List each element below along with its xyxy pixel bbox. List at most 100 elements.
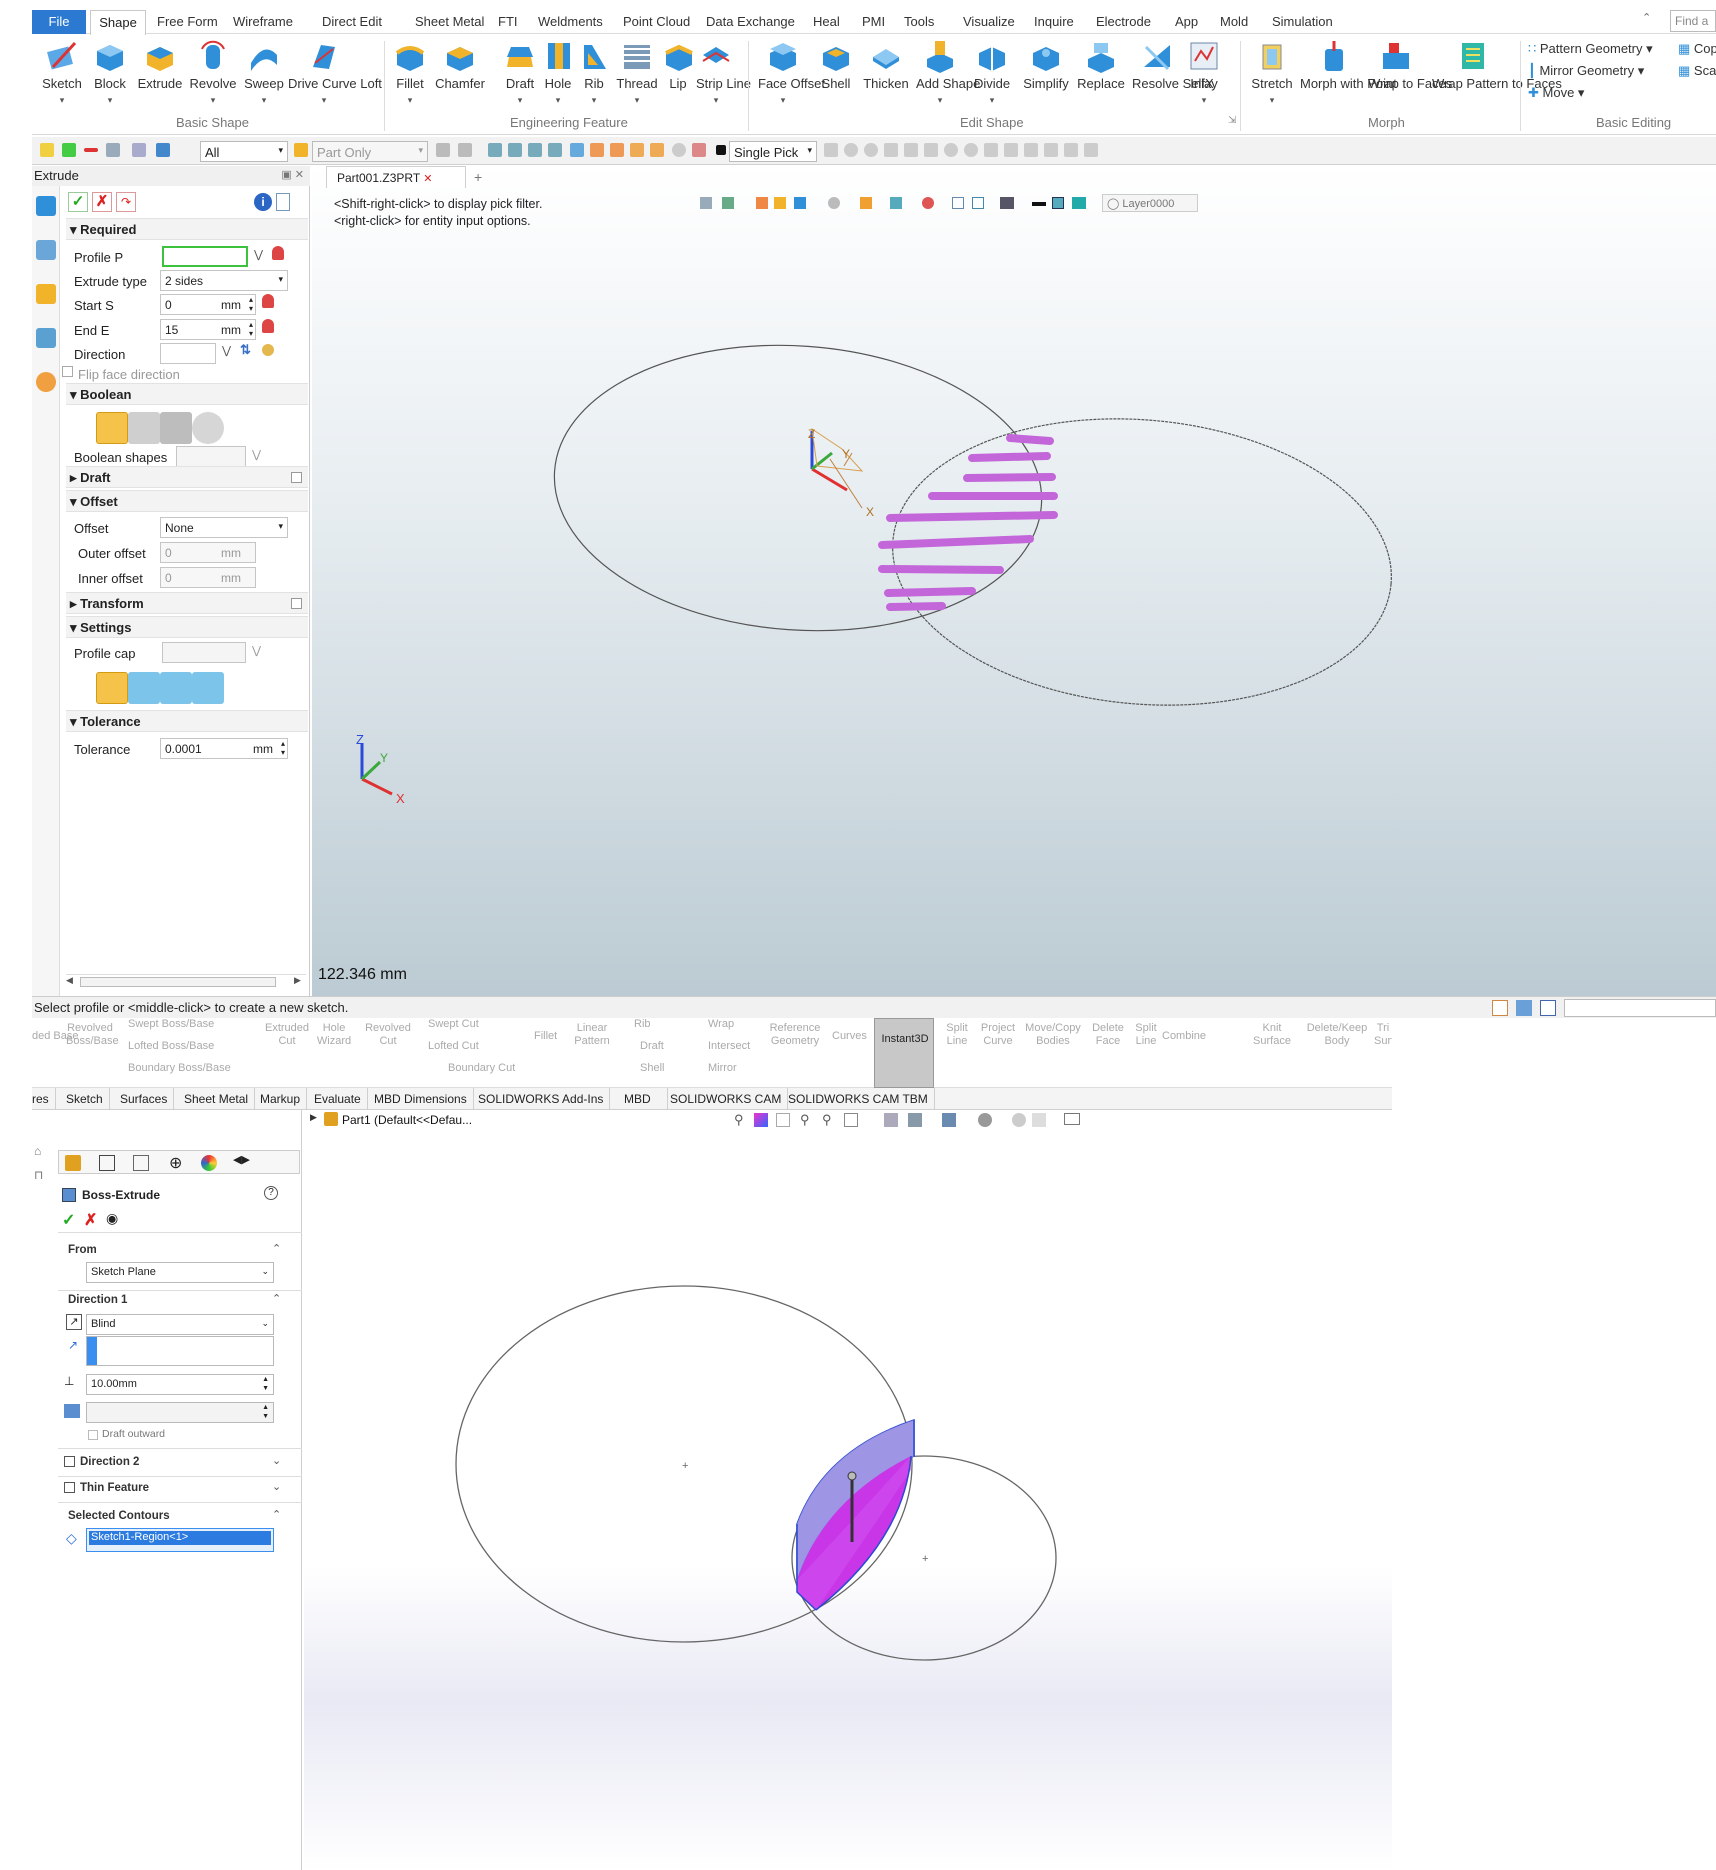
draft-angle-input[interactable]: ▲ ▼	[86, 1402, 274, 1423]
instant3d-button[interactable]: Instant3D	[874, 1018, 934, 1088]
cancel-icon[interactable]: ✗	[92, 192, 112, 212]
section-transform[interactable]: ▸ Transform	[66, 592, 308, 614]
side-icon[interactable]: ⊓	[34, 1168, 43, 1182]
toolbar-icon[interactable]	[884, 143, 898, 157]
profile-input[interactable]	[162, 246, 248, 267]
tab-direct-edit[interactable]: Direct Edit	[322, 14, 382, 29]
sw-viewport[interactable]: ▶ Part1 (Default<<Defau... ⚲ ⚲ ⚲ + +	[304, 1110, 1392, 1870]
status-icon[interactable]	[1540, 1000, 1556, 1016]
image-icon[interactable]	[36, 328, 56, 348]
toolbar-icon[interactable]	[924, 143, 938, 157]
tab-app[interactable]: App	[1175, 14, 1198, 29]
delete-face-button[interactable]: Delete Face	[1090, 1022, 1126, 1048]
profile-options-icon[interactable]: ⋁	[254, 248, 263, 261]
tab-mold[interactable]: Mold	[1220, 14, 1248, 29]
split-line-button[interactable]: Split Line	[942, 1022, 972, 1048]
collapse-icon[interactable]: ⌃	[272, 1242, 281, 1255]
mirror-button[interactable]: Mirror	[708, 1062, 737, 1075]
end-pick-icon[interactable]	[262, 319, 274, 333]
tab-evaluate[interactable]: Evaluate	[308, 1088, 368, 1110]
chamfer-button[interactable]: Chamfer	[434, 39, 486, 92]
pick-icon[interactable]	[272, 246, 284, 260]
profile-cap-input[interactable]	[162, 642, 246, 663]
history-icon[interactable]	[36, 196, 56, 216]
toolbar-icon[interactable]	[1024, 143, 1038, 157]
inner-offset-input[interactable]: 0 mm	[160, 567, 256, 588]
status-icon[interactable]	[1516, 1000, 1532, 1016]
toolbar-icon[interactable]	[508, 143, 522, 157]
pick-mode-select[interactable]: Single Pick ▾	[729, 141, 817, 162]
preview-eye-icon[interactable]: ◉	[106, 1210, 118, 1227]
shell-button[interactable]: Shell	[816, 39, 856, 92]
tolerance-input[interactable]: 0.0001 mm ▴ ▾	[160, 738, 288, 759]
copy-button[interactable]: ▦ Cop	[1678, 41, 1716, 57]
draft-button[interactable]: Draft ▾	[502, 39, 538, 108]
chart-icon[interactable]	[156, 143, 170, 157]
trim-surface-button[interactable]: Tri Surf	[1374, 1022, 1392, 1048]
reverse-icon[interactable]: ⇅	[240, 342, 251, 358]
add-icon[interactable]	[62, 143, 76, 157]
tab-sheet-metal[interactable]: Sheet Metal	[178, 1088, 256, 1110]
linear-pattern-button[interactable]: Linear Pattern	[572, 1022, 612, 1048]
tab-inquire[interactable]: Inquire	[1034, 14, 1074, 29]
dimxpert-icon[interactable]: ⊕	[169, 1153, 182, 1173]
tab-simulation[interactable]: Simulation	[1272, 14, 1333, 29]
tab-mbd-dimensions[interactable]: MBD Dimensions	[368, 1088, 474, 1110]
toolbar-icon[interactable]	[458, 143, 472, 157]
lofted-boss-button[interactable]: Lofted Boss/Base	[128, 1040, 214, 1053]
revolve-button[interactable]: Revolve ▾	[188, 39, 238, 108]
toolbar-icon[interactable]	[630, 143, 644, 157]
tab-sheet-metal[interactable]: Sheet Metal	[415, 14, 484, 29]
help-icon[interactable]	[276, 193, 290, 211]
side-icon[interactable]: ⌂	[34, 1144, 41, 1158]
panel-scrollbar[interactable]: ◀ ▶	[66, 974, 306, 988]
toolbar-icon[interactable]	[590, 143, 604, 157]
tab-features[interactable]: res	[32, 1088, 56, 1110]
toolbar-icon[interactable]	[650, 143, 664, 157]
swept-boss-button[interactable]: Swept Boss/Base	[128, 1018, 214, 1031]
ok-icon[interactable]: ✓	[68, 192, 88, 212]
tab-fti[interactable]: FTI	[498, 14, 518, 29]
tab-cam-tbm[interactable]: SOLIDWORKS CAM TBM	[782, 1088, 935, 1110]
direction-options-icon[interactable]: ⋁	[222, 344, 231, 357]
group-launcher-icon[interactable]: ⇲	[1228, 115, 1236, 126]
toolbar-icon[interactable]	[570, 143, 584, 157]
toolbar-icon[interactable]	[984, 143, 998, 157]
cap-none-icon[interactable]	[192, 672, 224, 704]
offset-select[interactable]: None ▾	[160, 517, 288, 538]
shell-button[interactable]: Shell	[640, 1062, 664, 1075]
end-input[interactable]: 15 mm ▴ ▾	[160, 319, 256, 340]
boolean-intersect-icon[interactable]	[192, 412, 224, 444]
section-tolerance[interactable]: ▾ Tolerance	[66, 710, 308, 732]
direction1-section[interactable]: Direction 1	[68, 1294, 127, 1306]
tab-shape[interactable]: Shape	[90, 10, 146, 35]
fillet-button[interactable]: Fillet ▾	[392, 39, 428, 108]
revolved-boss-button[interactable]: Revolved Boss/Base	[66, 1022, 119, 1048]
contours-selection-box[interactable]: Sketch1-Region<1>	[86, 1528, 274, 1552]
find-command-input[interactable]: Find a	[1670, 10, 1716, 32]
draft-outward-checkbox[interactable]	[88, 1430, 98, 1440]
move-copy-bodies-button[interactable]: Move/Copy Bodies	[1022, 1022, 1084, 1048]
fillet-button[interactable]: Fillet	[534, 1030, 557, 1043]
strip-line-button[interactable]: Strip Line ▾	[696, 39, 751, 108]
select-icon[interactable]	[132, 143, 146, 157]
delete-keep-body-button[interactable]: Delete/Keep Body	[1302, 1022, 1372, 1048]
hole-wizard-button[interactable]: Hole Wizard	[316, 1022, 352, 1048]
toolbar-icon[interactable]	[824, 143, 838, 157]
extrude-type-select[interactable]: 2 sides ▾	[160, 270, 288, 291]
help-icon[interactable]: ?	[264, 1186, 278, 1200]
filter-select[interactable]: All ▾	[200, 141, 288, 162]
toolbar-icon[interactable]	[548, 143, 562, 157]
toolbar-icon[interactable]	[964, 143, 978, 157]
direction-selection-box[interactable]	[86, 1336, 274, 1366]
toolbar-icon[interactable]	[904, 143, 918, 157]
project-curve-button[interactable]: Project Curve	[978, 1022, 1018, 1048]
boolean-add-icon[interactable]	[128, 412, 160, 444]
tab-data-exchange[interactable]: Data Exchange	[706, 14, 795, 29]
cap-both-icon[interactable]	[96, 672, 128, 704]
outer-offset-input[interactable]: 0 mm	[160, 542, 256, 563]
tab-pmi[interactable]: PMI	[862, 14, 885, 29]
lofted-cut-button[interactable]: Lofted Cut	[428, 1040, 479, 1053]
pattern-geometry-button[interactable]: ∷ Pattern Geometry ▾	[1528, 41, 1653, 57]
property-manager-icon[interactable]	[99, 1155, 115, 1171]
